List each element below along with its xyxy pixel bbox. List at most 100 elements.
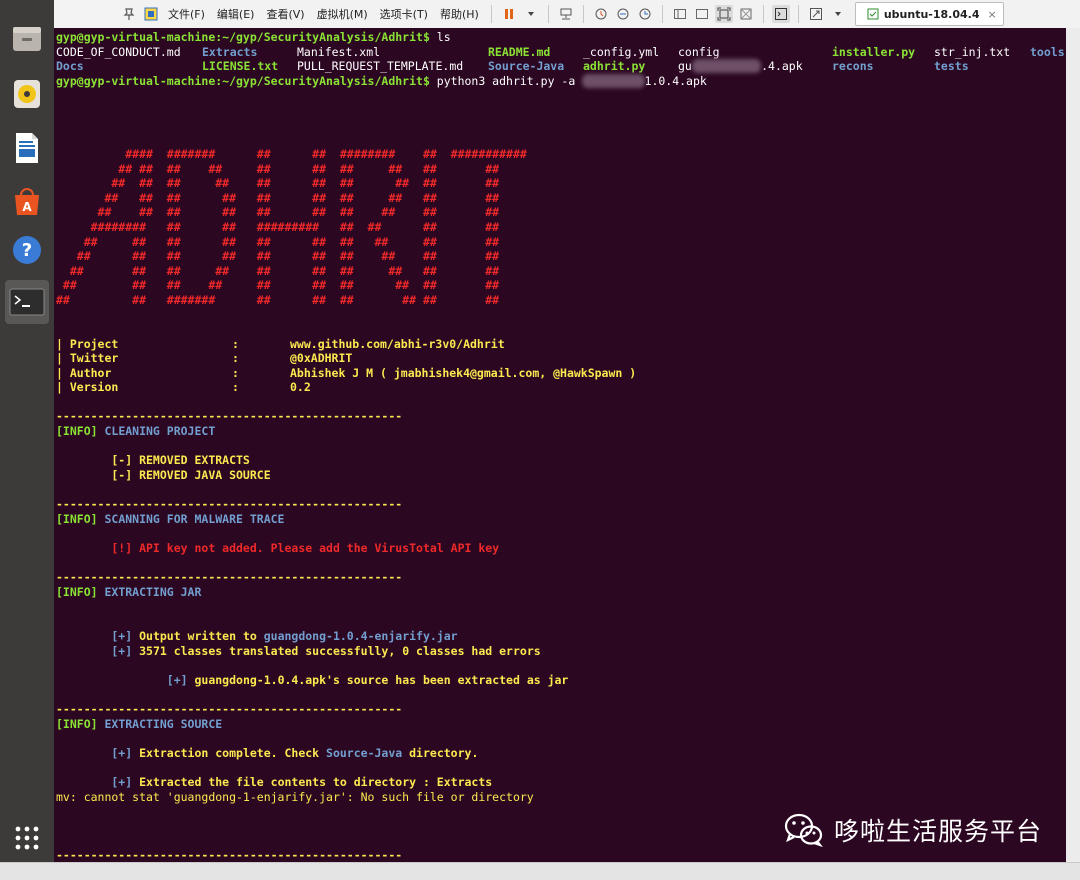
ubuntu-launcher: A ?: [0, 0, 54, 862]
banner-line: ######## ## ## ######### ## ## ## ##: [56, 220, 500, 234]
scrollbar[interactable]: [1066, 28, 1080, 862]
tab-ubuntu[interactable]: ubuntu-18.04.4 ×: [854, 2, 1004, 26]
banner-line: ## ## ## ## ## ## ## ## ## ##: [56, 249, 500, 263]
info-value: @0xADHRIT: [290, 351, 353, 365]
menu-view[interactable]: 查看(V): [266, 6, 304, 22]
watermark-text: 哆啦生活服务平台: [834, 817, 1043, 846]
tab-label: ubuntu-18.04.4: [883, 7, 980, 21]
rhythmbox-icon[interactable]: [5, 72, 49, 116]
log-text: Output written to: [139, 629, 264, 643]
ls-item: Manifest.xml: [297, 45, 381, 59]
svg-text:A: A: [22, 200, 32, 214]
info-value: 0.2: [290, 380, 311, 394]
vm-toolbar: 文件(F) 编辑(E) 查看(V) 虚拟机(M) 选项卡(T) 帮助(H) ub…: [118, 0, 1080, 29]
unity-icon[interactable]: [737, 5, 755, 23]
info-tag: [INFO]: [56, 424, 98, 438]
ls-item-prefix: gu: [678, 59, 692, 73]
ls-item: Source-Java: [488, 59, 565, 73]
divider-line: ----------------------------------------…: [56, 409, 403, 423]
chevron-down-icon[interactable]: [829, 5, 847, 23]
writer-icon[interactable]: [5, 126, 49, 170]
info-label: | Twitter: [56, 351, 119, 365]
ls-item: _config.yml: [583, 45, 660, 59]
show-applications-icon[interactable]: [5, 816, 49, 860]
section-header: [INFO] SCANNING FOR MALWARE TRACE: [56, 512, 284, 527]
section-title: EXTRACTING JAR: [97, 585, 202, 599]
banner-line: ## ## ## ## ## ## ## ## ## ##: [56, 191, 500, 205]
pin-icon[interactable]: [120, 5, 138, 23]
menu-help[interactable]: 帮助(H): [440, 6, 479, 22]
info-colon: :: [232, 380, 239, 394]
prompt: gyp@gyp-virtual-machine:~/gyp/SecurityAn…: [56, 30, 430, 44]
ls-item: recons: [832, 59, 874, 73]
menu-file[interactable]: 文件(F): [168, 6, 205, 22]
log-file: guangdong-1.0.4-enjarify.jar: [263, 629, 458, 643]
sidebar-toggle-icon[interactable]: [671, 5, 689, 23]
redacted-text: xxxxxxxxx: [582, 74, 645, 88]
banner-line: ## ## ####### ## ## ## ## ## ##: [56, 293, 500, 307]
prompt: gyp@gyp-virtual-machine:~/gyp/SecurityAn…: [56, 74, 430, 88]
close-icon[interactable]: ×: [987, 8, 996, 21]
watermark: 哆啦生活服务平台: [784, 812, 1042, 848]
info-colon: :: [232, 366, 239, 380]
ls-item: README.md: [488, 45, 551, 59]
divider-line: ----------------------------------------…: [56, 570, 403, 584]
prompt-line: gyp@gyp-virtual-machine:~/gyp/SecurityAn…: [56, 74, 707, 89]
vm-library-icon[interactable]: [142, 5, 160, 23]
terminal-app-icon[interactable]: [5, 280, 49, 324]
console-view-icon[interactable]: [771, 5, 790, 23]
log-line: [+] guangdong-1.0.4.apk's source has bee…: [56, 673, 569, 688]
log-dir: Source-Java: [326, 746, 403, 760]
toolbar-divider: [762, 5, 764, 23]
ls-item: tests: [934, 59, 969, 73]
section-title: CLEANING PROJECT: [97, 424, 216, 438]
wechat-icon: [784, 813, 823, 847]
mv-error-line: mv: cannot stat 'guangdong-1-enjarify.ja…: [56, 790, 534, 804]
ls-item: CODE_OF_CONDUCT.md: [56, 45, 181, 59]
help-icon[interactable]: ?: [5, 228, 49, 272]
files-app-icon[interactable]: [5, 18, 49, 62]
command: ls: [429, 30, 451, 44]
info-label: | Version: [56, 380, 119, 394]
info-colon: :: [232, 337, 239, 351]
thumbnail-bar-icon[interactable]: [693, 5, 711, 23]
menu-vm[interactable]: 虚拟机(M): [317, 6, 368, 22]
chevron-down-icon[interactable]: [522, 5, 540, 23]
log-prefix: [+]: [56, 775, 140, 789]
stretch-icon[interactable]: [807, 5, 825, 23]
divider-line: ----------------------------------------…: [56, 497, 403, 511]
log-prefix: [+]: [56, 629, 140, 643]
log-line: [+] Output written to guangdong-1.0.4-en…: [56, 629, 458, 644]
ls-item: Docs: [56, 59, 84, 73]
log-prefix: [+]: [56, 644, 140, 658]
toolbar-divider: [490, 5, 492, 23]
banner-line: ## ## ## ## ## ## ## ## ## ##: [56, 205, 500, 219]
banner-line: ## ## ## ## ## ## ## ## ## ##: [56, 176, 500, 190]
banner-line: ## ## ## ## ## ## ## ## ## ##: [56, 235, 500, 249]
network-icon[interactable]: [557, 5, 575, 23]
fullscreen-icon[interactable]: [714, 5, 733, 23]
section-title: SCANNING FOR MALWARE TRACE: [97, 512, 285, 526]
log-text: guangdong-1.0.4.apk's source has been ex…: [194, 673, 569, 687]
info-value: Abhishek J M ( jmabhishek4@gmail.com, @H…: [290, 366, 637, 380]
menu-tabs[interactable]: 选项卡(T): [380, 6, 428, 22]
error-line: [!] API key not added. Please add the Vi…: [56, 541, 500, 555]
svg-text:?: ?: [22, 240, 32, 261]
info-label: | Author: [56, 366, 112, 380]
revert-snapshot-icon[interactable]: [614, 5, 632, 23]
pause-icon[interactable]: [500, 5, 518, 23]
snapshot-icon[interactable]: [592, 5, 610, 23]
log-line: [+] Extracted the file contents to direc…: [56, 775, 492, 790]
ls-item: PULL_REQUEST_TEMPLATE.md: [297, 59, 464, 73]
menu-edit[interactable]: 编辑(E): [217, 6, 255, 22]
divider-line: ----------------------------------------…: [56, 848, 403, 862]
log-text: directory.: [402, 746, 479, 760]
terminal-output[interactable]: gyp@gyp-virtual-machine:~/gyp/SecurityAn…: [54, 28, 1066, 862]
info-colon: :: [232, 351, 239, 365]
banner-line: ## ## ## ## ## ## ## ## ## ##: [56, 264, 500, 278]
software-center-icon[interactable]: A: [5, 180, 49, 224]
banner-line: ## ## ## ## ## ## ## ## ## ##: [56, 162, 500, 176]
snapshot-manager-icon[interactable]: [636, 5, 654, 23]
command: python3 adhrit.py -a: [429, 74, 583, 88]
log-line: [-] REMOVED EXTRACTS: [56, 453, 250, 467]
